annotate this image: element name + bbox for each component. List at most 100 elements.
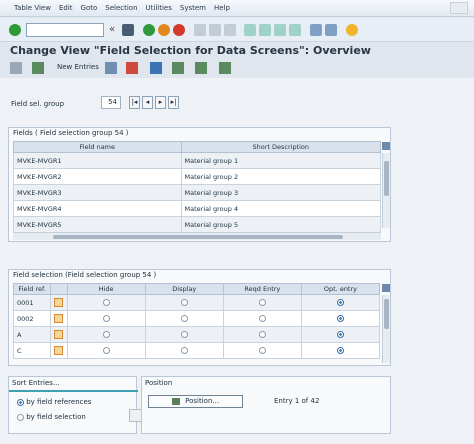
field-name-cell: MVKE-MVGR2 bbox=[13, 168, 182, 185]
work-area: Field sel. group 54 |◂ ◂ ▸ ▸| Fields ( F… bbox=[0, 78, 474, 444]
opt-entry-radio[interactable] bbox=[336, 315, 344, 322]
new-entries-button[interactable]: New Entries bbox=[57, 63, 99, 71]
help-icon[interactable] bbox=[346, 24, 358, 36]
shortcut-icon[interactable] bbox=[325, 24, 337, 36]
new-session-icon[interactable] bbox=[310, 24, 322, 36]
table-settings-icon[interactable] bbox=[382, 284, 390, 292]
sort-option-label: by field references bbox=[26, 398, 92, 406]
field-name-cell: MVKE-MVGR4 bbox=[13, 200, 182, 217]
column-header-icon bbox=[50, 283, 68, 295]
hide-radio[interactable] bbox=[102, 331, 110, 338]
position-button-label: Position... bbox=[185, 397, 220, 405]
field-group-last-icon[interactable]: ▸| bbox=[168, 96, 179, 109]
column-header-field-name[interactable]: Field name bbox=[13, 141, 182, 153]
other-entry-icon[interactable] bbox=[32, 62, 44, 74]
opt-entry-radio[interactable] bbox=[336, 331, 344, 338]
display-radio[interactable] bbox=[180, 347, 188, 354]
opt-entry-radio[interactable] bbox=[336, 347, 344, 354]
column-header-display[interactable]: Display bbox=[144, 283, 224, 295]
field-group-next-icon[interactable]: ▸ bbox=[155, 96, 166, 109]
column-header-field-ref[interactable]: Field ref. bbox=[12, 283, 52, 295]
menu-bar: Table View Edit Goto Selection Utilities… bbox=[0, 0, 474, 17]
next-page-icon[interactable] bbox=[274, 24, 286, 36]
reqd-entry-radio[interactable] bbox=[258, 331, 266, 338]
table-row[interactable]: 0002 bbox=[12, 310, 381, 327]
sort-by-field-selection-radio[interactable] bbox=[17, 413, 24, 421]
fields-horizontal-scrollbar[interactable] bbox=[13, 232, 381, 240]
command-history-icon[interactable]: « bbox=[109, 24, 115, 35]
application-toolbar: New Entries bbox=[0, 60, 474, 76]
cancel-icon[interactable] bbox=[173, 24, 185, 36]
table-row[interactable]: A bbox=[12, 326, 381, 343]
table-settings-icon[interactable] bbox=[382, 142, 390, 150]
influencing-icon[interactable] bbox=[54, 314, 64, 323]
delete-icon[interactable] bbox=[126, 62, 138, 74]
standard-toolbar: « bbox=[0, 18, 474, 42]
sort-by-field-selection[interactable]: by field selection bbox=[17, 413, 86, 421]
influencing-icon[interactable] bbox=[54, 346, 64, 355]
sort-by-field-references[interactable]: by field references bbox=[17, 398, 91, 406]
command-field[interactable] bbox=[26, 23, 104, 37]
save-icon[interactable] bbox=[122, 24, 134, 36]
table-row[interactable]: MVKE-MVGR4 Material group 4 bbox=[13, 200, 382, 217]
table-row[interactable]: C bbox=[12, 342, 381, 359]
copy-as-icon[interactable] bbox=[105, 62, 117, 74]
select-all-icon[interactable] bbox=[172, 62, 184, 74]
back-icon[interactable] bbox=[143, 24, 155, 36]
first-page-icon[interactable] bbox=[244, 24, 256, 36]
fields-vertical-scrollbar[interactable] bbox=[382, 153, 390, 228]
column-header-hide[interactable]: Hide bbox=[66, 283, 146, 295]
hide-radio[interactable] bbox=[102, 347, 110, 354]
fields-table: Field name Short Description MVKE-MVGR1 M… bbox=[13, 141, 382, 233]
display-radio[interactable] bbox=[180, 299, 188, 306]
sort-by-field-references-radio[interactable] bbox=[17, 398, 24, 406]
menu-goto[interactable]: Goto bbox=[81, 4, 98, 12]
display-radio[interactable] bbox=[180, 315, 188, 322]
table-row[interactable]: 0001 bbox=[12, 294, 381, 311]
reqd-entry-radio[interactable] bbox=[258, 299, 266, 306]
menu-selection[interactable]: Selection bbox=[105, 4, 137, 12]
field-selection-panel: Field selection (Field selection group 5… bbox=[8, 269, 391, 366]
column-header-short-description[interactable]: Short Description bbox=[180, 141, 382, 153]
table-row[interactable]: MVKE-MVGR1 Material group 1 bbox=[13, 152, 382, 169]
table-row[interactable]: MVKE-MVGR5 Material group 5 bbox=[13, 216, 382, 233]
field-name-cell: MVKE-MVGR1 bbox=[13, 152, 182, 169]
field-group-label: Field sel. group bbox=[11, 100, 65, 108]
menu-system[interactable]: System bbox=[180, 4, 206, 12]
menu-utilities[interactable]: Utilities bbox=[146, 4, 172, 12]
hide-radio[interactable] bbox=[102, 315, 110, 322]
last-page-icon[interactable] bbox=[289, 24, 301, 36]
selection-vertical-scrollbar[interactable] bbox=[382, 295, 390, 363]
field-ref-cell: 0002 bbox=[12, 310, 52, 327]
position-button[interactable]: Position... bbox=[148, 395, 243, 408]
position-title: Position bbox=[145, 379, 173, 387]
field-group-prev-icon[interactable]: ◂ bbox=[142, 96, 153, 109]
opt-entry-radio[interactable] bbox=[336, 299, 344, 306]
display-radio[interactable] bbox=[180, 331, 188, 338]
display-change-icon[interactable] bbox=[10, 62, 22, 74]
fields-panel-title: Fields ( Field selection group 54 ) bbox=[13, 129, 129, 137]
short-description-cell: Material group 3 bbox=[180, 184, 382, 201]
exit-icon[interactable] bbox=[158, 24, 170, 36]
influencing-icon[interactable] bbox=[54, 330, 64, 339]
menu-edit[interactable]: Edit bbox=[59, 4, 73, 12]
influencing-icon[interactable] bbox=[54, 298, 64, 307]
select-block-icon[interactable] bbox=[195, 62, 207, 74]
column-header-reqd-entry[interactable]: Reqd Entry bbox=[222, 283, 302, 295]
table-row[interactable]: MVKE-MVGR2 Material group 2 bbox=[13, 168, 382, 185]
deselect-all-icon[interactable] bbox=[219, 62, 231, 74]
undo-icon[interactable] bbox=[150, 62, 162, 74]
menu-table-view[interactable]: Table View bbox=[14, 4, 51, 12]
entry-counter: Entry 1 of 42 bbox=[274, 397, 320, 405]
reqd-entry-radio[interactable] bbox=[258, 347, 266, 354]
table-row[interactable]: MVKE-MVGR3 Material group 3 bbox=[13, 184, 382, 201]
column-header-opt-entry[interactable]: Opt. entry bbox=[300, 283, 381, 295]
field-group-first-icon[interactable]: |◂ bbox=[129, 96, 140, 109]
find-icon bbox=[209, 24, 221, 36]
menu-help[interactable]: Help bbox=[214, 4, 230, 12]
check-icon[interactable] bbox=[9, 24, 21, 36]
hide-radio[interactable] bbox=[102, 299, 110, 306]
prev-page-icon[interactable] bbox=[259, 24, 271, 36]
reqd-entry-radio[interactable] bbox=[258, 315, 266, 322]
fields-panel: Fields ( Field selection group 54 ) Fiel… bbox=[8, 127, 391, 242]
